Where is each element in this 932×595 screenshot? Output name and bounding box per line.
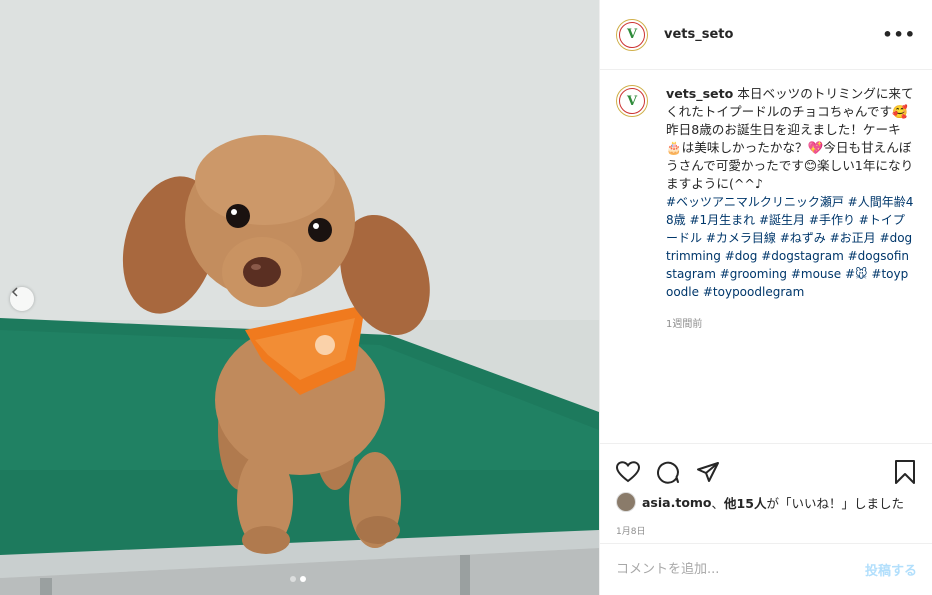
caption-text: vets_seto 本日ベッツのトリミングに来てくれたトイプードルのチョコちゃんで…: [666, 85, 914, 193]
hashtag-link[interactable]: #手作り: [809, 213, 855, 227]
hashtag-link[interactable]: #お正月: [830, 231, 876, 245]
hashtag-link[interactable]: #dogstagram: [761, 249, 844, 263]
likes-suffix: が「いいね！」しました: [766, 495, 904, 511]
post-comment-button[interactable]: 投稿する: [865, 560, 917, 579]
carousel-indicator: [290, 576, 306, 582]
likes-separator: 、: [711, 495, 725, 511]
clinic-logo: V: [619, 21, 645, 48]
caption-section: V vets_seto 本日ベッツのトリミングに来てくれたトイプードルのチョコちゃ…: [616, 85, 916, 440]
hashtag-link[interactable]: #dog: [725, 249, 758, 263]
comment-icon: [657, 461, 679, 484]
heart-icon: [616, 461, 640, 483]
caption-username[interactable]: vets_seto: [666, 86, 733, 101]
post-username[interactable]: vets_seto: [664, 27, 733, 42]
carousel-prev-button[interactable]: [10, 287, 34, 311]
hashtag-link[interactable]: #grooming: [720, 267, 787, 281]
liker-username[interactable]: asia.tomo: [642, 495, 712, 510]
comment-box: 投稿する: [600, 543, 932, 595]
hashtag-link[interactable]: #ベッツアニマルクリニック瀬戸: [666, 195, 844, 209]
avatar[interactable]: [616, 492, 636, 512]
like-button[interactable]: [614, 458, 642, 486]
comment-button[interactable]: [654, 458, 682, 486]
caption-body: vets_seto 本日ベッツのトリミングに来てくれたトイプードルのチョコちゃんで…: [666, 85, 914, 440]
actions-section: asia.tomo 、 他15人 が「いいね！」しました 1月8日: [600, 443, 932, 543]
hashtag-link[interactable]: #🐭: [845, 267, 868, 281]
caption-message: 本日ベッツのトリミングに来てくれたトイプードルのチョコちゃんです🥰昨日8歳のお誕…: [666, 86, 914, 191]
post-photo[interactable]: [0, 0, 599, 595]
comment-input[interactable]: [616, 562, 865, 577]
chevron-left-icon: [11, 287, 18, 297]
carousel-dot: [290, 576, 296, 582]
post-date[interactable]: 1月8日: [600, 514, 932, 537]
more-options-button[interactable]: •••: [882, 25, 916, 44]
hashtag-link[interactable]: #1月生まれ: [689, 213, 755, 227]
hashtag-link[interactable]: #誕生月: [759, 213, 805, 227]
caption-avatar[interactable]: V: [616, 85, 648, 117]
instagram-post-view: V vets_seto ••• V vets_seto 本日ベッツのトリミングに来…: [0, 0, 932, 595]
hashtag-link[interactable]: #ねずみ: [780, 231, 826, 245]
bookmark-icon: [895, 460, 915, 484]
caption-time[interactable]: 1週間前: [666, 315, 914, 330]
clinic-logo: V: [619, 88, 645, 114]
hashtag-list: #ベッツアニマルクリニック瀬戸 #人間年齢48歳 #1月生まれ #誕生月 #手作…: [666, 193, 914, 301]
save-button[interactable]: [891, 458, 919, 486]
hashtag-link[interactable]: #カメラ目線: [706, 231, 776, 245]
likes-summary: asia.tomo 、 他15人 が「いいね！」しました: [600, 490, 932, 514]
post-side-panel: V vets_seto ••• V vets_seto 本日ベッツのトリミングに来…: [599, 0, 932, 595]
carousel-dot-active: [300, 576, 306, 582]
dog-photo-illustration: [0, 0, 599, 595]
likes-others-link[interactable]: 他15人: [724, 493, 766, 512]
action-icons: [600, 444, 932, 490]
hashtag-link[interactable]: #mouse: [791, 267, 841, 281]
share-button[interactable]: [694, 458, 722, 486]
post-header: V vets_seto •••: [600, 0, 932, 70]
avatar[interactable]: V: [616, 18, 648, 51]
hashtag-link[interactable]: #toypoodlegram: [703, 285, 804, 299]
send-icon: [697, 462, 719, 482]
